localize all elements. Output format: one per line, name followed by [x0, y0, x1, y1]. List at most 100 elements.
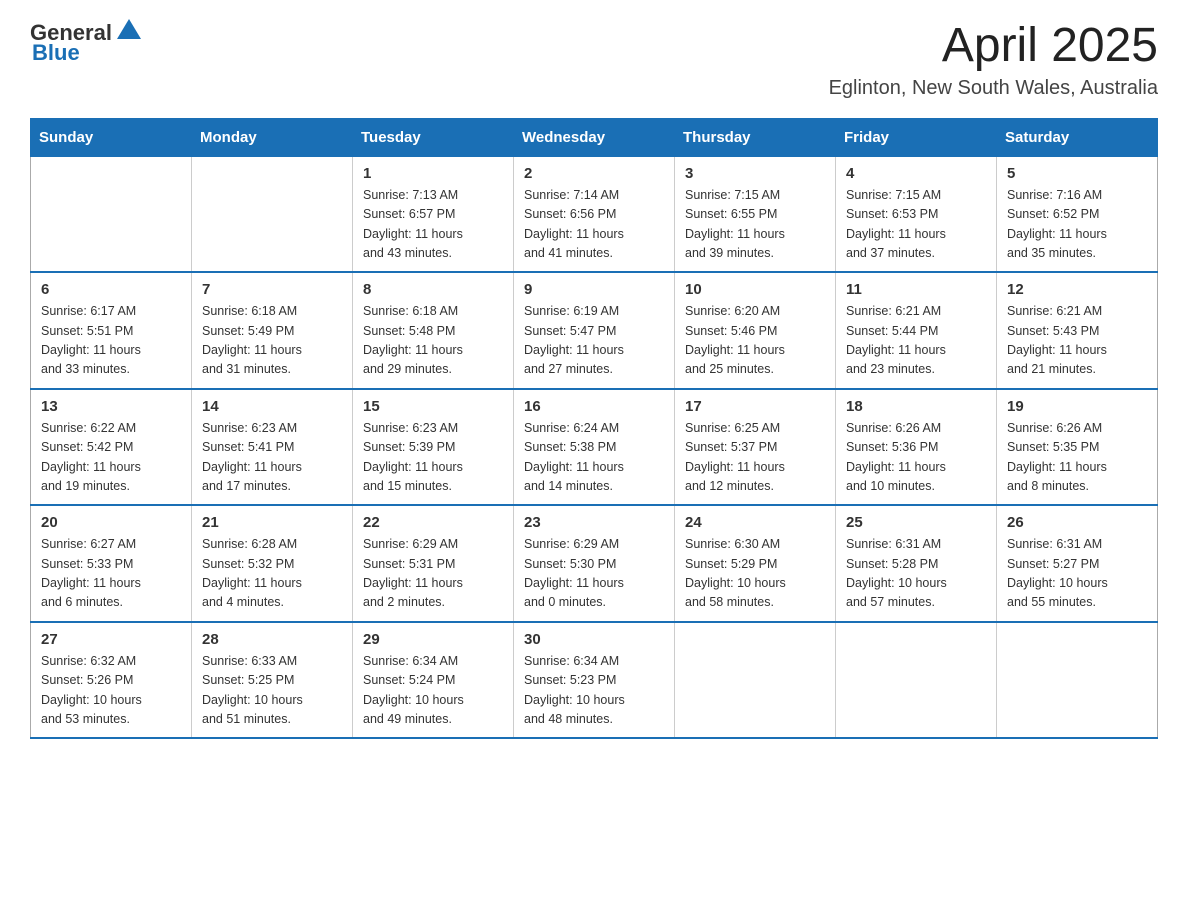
day-info: Sunrise: 6:20 AM Sunset: 5:46 PM Dayligh… — [685, 302, 825, 380]
calendar-cell — [997, 622, 1158, 739]
calendar-cell: 26 Sunrise: 6:31 AM Sunset: 5:27 PM Dayli… — [997, 505, 1158, 622]
day-number: 20 — [41, 514, 181, 531]
logo-icon — [115, 17, 143, 45]
day-number: 29 — [363, 631, 503, 648]
day-number: 3 — [685, 165, 825, 182]
day-number: 9 — [524, 281, 664, 298]
day-number: 18 — [846, 398, 986, 415]
day-number: 23 — [524, 514, 664, 531]
day-number: 8 — [363, 281, 503, 298]
calendar-cell: 4 Sunrise: 7:15 AM Sunset: 6:53 PM Daylig… — [836, 156, 997, 272]
day-number: 16 — [524, 398, 664, 415]
calendar-cell: 14 Sunrise: 6:23 AM Sunset: 5:41 PM Dayli… — [192, 389, 353, 506]
day-number: 12 — [1007, 281, 1147, 298]
day-info: Sunrise: 6:18 AM Sunset: 5:49 PM Dayligh… — [202, 302, 342, 380]
header-wednesday: Wednesday — [514, 118, 675, 156]
day-info: Sunrise: 6:17 AM Sunset: 5:51 PM Dayligh… — [41, 302, 181, 380]
calendar-cell: 3 Sunrise: 7:15 AM Sunset: 6:55 PM Daylig… — [675, 156, 836, 272]
day-number: 4 — [846, 165, 986, 182]
calendar-cell: 22 Sunrise: 6:29 AM Sunset: 5:31 PM Dayli… — [353, 505, 514, 622]
header-thursday: Thursday — [675, 118, 836, 156]
calendar-cell: 13Sunrise: 6:22 AM Sunset: 5:42 PM Dayli… — [31, 389, 192, 506]
calendar-cell: 28 Sunrise: 6:33 AM Sunset: 5:25 PM Dayli… — [192, 622, 353, 739]
day-info: Sunrise: 6:23 AM Sunset: 5:41 PM Dayligh… — [202, 419, 342, 497]
day-info: Sunrise: 6:29 AM Sunset: 5:30 PM Dayligh… — [524, 535, 664, 613]
calendar-cell: 16Sunrise: 6:24 AM Sunset: 5:38 PM Dayli… — [514, 389, 675, 506]
logo-blue-text: Blue — [32, 40, 80, 66]
day-info: Sunrise: 6:29 AM Sunset: 5:31 PM Dayligh… — [363, 535, 503, 613]
calendar-cell: 9 Sunrise: 6:19 AM Sunset: 5:47 PM Daylig… — [514, 272, 675, 389]
header-monday: Monday — [192, 118, 353, 156]
day-info: Sunrise: 6:26 AM Sunset: 5:36 PM Dayligh… — [846, 419, 986, 497]
day-number: 10 — [685, 281, 825, 298]
day-info: Sunrise: 6:33 AM Sunset: 5:25 PM Dayligh… — [202, 652, 342, 730]
day-number: 14 — [202, 398, 342, 415]
day-info: Sunrise: 6:27 AM Sunset: 5:33 PM Dayligh… — [41, 535, 181, 613]
day-info: Sunrise: 7:16 AM Sunset: 6:52 PM Dayligh… — [1007, 186, 1147, 264]
day-number: 30 — [524, 631, 664, 648]
week-row-4: 20 Sunrise: 6:27 AM Sunset: 5:33 PM Dayli… — [31, 505, 1158, 622]
day-info: Sunrise: 7:15 AM Sunset: 6:55 PM Dayligh… — [685, 186, 825, 264]
day-number: 24 — [685, 514, 825, 531]
day-number: 17 — [685, 398, 825, 415]
calendar-cell: 20 Sunrise: 6:27 AM Sunset: 5:33 PM Dayli… — [31, 505, 192, 622]
calendar-cell: 27 Sunrise: 6:32 AM Sunset: 5:26 PM Dayli… — [31, 622, 192, 739]
day-number: 11 — [846, 281, 986, 298]
calendar-cell: 30 Sunrise: 6:34 AM Sunset: 5:23 PM Dayli… — [514, 622, 675, 739]
calendar-cell: 5 Sunrise: 7:16 AM Sunset: 6:52 PM Daylig… — [997, 156, 1158, 272]
week-row-2: 6 Sunrise: 6:17 AM Sunset: 5:51 PM Daylig… — [31, 272, 1158, 389]
day-info: Sunrise: 6:23 AM Sunset: 5:39 PM Dayligh… — [363, 419, 503, 497]
day-number: 7 — [202, 281, 342, 298]
header-tuesday: Tuesday — [353, 118, 514, 156]
day-info: Sunrise: 6:26 AM Sunset: 5:35 PM Dayligh… — [1007, 419, 1147, 497]
day-info: Sunrise: 6:34 AM Sunset: 5:24 PM Dayligh… — [363, 652, 503, 730]
day-number: 28 — [202, 631, 342, 648]
day-info: Sunrise: 6:31 AM Sunset: 5:28 PM Dayligh… — [846, 535, 986, 613]
calendar-cell: 8 Sunrise: 6:18 AM Sunset: 5:48 PM Daylig… — [353, 272, 514, 389]
day-info: Sunrise: 6:31 AM Sunset: 5:27 PM Dayligh… — [1007, 535, 1147, 613]
day-info: Sunrise: 6:21 AM Sunset: 5:44 PM Dayligh… — [846, 302, 986, 380]
day-number: 19 — [1007, 398, 1147, 415]
calendar-cell: 1 Sunrise: 7:13 AM Sunset: 6:57 PM Daylig… — [353, 156, 514, 272]
header-friday: Friday — [836, 118, 997, 156]
header-saturday: Saturday — [997, 118, 1158, 156]
calendar-cell: 7 Sunrise: 6:18 AM Sunset: 5:49 PM Daylig… — [192, 272, 353, 389]
day-number: 1 — [363, 165, 503, 182]
day-number: 26 — [1007, 514, 1147, 531]
calendar-header-row: SundayMondayTuesdayWednesdayThursdayFrid… — [31, 118, 1158, 156]
week-row-1: 1 Sunrise: 7:13 AM Sunset: 6:57 PM Daylig… — [31, 156, 1158, 272]
day-info: Sunrise: 6:19 AM Sunset: 5:47 PM Dayligh… — [524, 302, 664, 380]
day-info: Sunrise: 6:25 AM Sunset: 5:37 PM Dayligh… — [685, 419, 825, 497]
day-info: Sunrise: 6:21 AM Sunset: 5:43 PM Dayligh… — [1007, 302, 1147, 380]
logo: General Blue — [30, 20, 143, 66]
header-sunday: Sunday — [31, 118, 192, 156]
calendar-cell — [836, 622, 997, 739]
day-number: 21 — [202, 514, 342, 531]
calendar-cell: 21 Sunrise: 6:28 AM Sunset: 5:32 PM Dayli… — [192, 505, 353, 622]
day-info: Sunrise: 7:13 AM Sunset: 6:57 PM Dayligh… — [363, 186, 503, 264]
day-info: Sunrise: 6:30 AM Sunset: 5:29 PM Dayligh… — [685, 535, 825, 613]
day-info: Sunrise: 7:14 AM Sunset: 6:56 PM Dayligh… — [524, 186, 664, 264]
day-number: 27 — [41, 631, 181, 648]
day-number: 6 — [41, 281, 181, 298]
day-number: 5 — [1007, 165, 1147, 182]
calendar-cell: 24 Sunrise: 6:30 AM Sunset: 5:29 PM Dayli… — [675, 505, 836, 622]
day-number: 22 — [363, 514, 503, 531]
calendar-cell: 23 Sunrise: 6:29 AM Sunset: 5:30 PM Dayli… — [514, 505, 675, 622]
calendar-cell: 17 Sunrise: 6:25 AM Sunset: 5:37 PM Dayli… — [675, 389, 836, 506]
week-row-5: 27 Sunrise: 6:32 AM Sunset: 5:26 PM Dayli… — [31, 622, 1158, 739]
calendar-table: SundayMondayTuesdayWednesdayThursdayFrid… — [30, 118, 1158, 740]
day-info: Sunrise: 7:15 AM Sunset: 6:53 PM Dayligh… — [846, 186, 986, 264]
location-subtitle: Eglinton, New South Wales, Australia — [829, 77, 1158, 100]
calendar-cell — [31, 156, 192, 272]
day-number: 13 — [41, 398, 181, 415]
calendar-cell: 10 Sunrise: 6:20 AM Sunset: 5:46 PM Dayli… — [675, 272, 836, 389]
day-info: Sunrise: 6:32 AM Sunset: 5:26 PM Dayligh… — [41, 652, 181, 730]
week-row-3: 13Sunrise: 6:22 AM Sunset: 5:42 PM Dayli… — [31, 389, 1158, 506]
page-header: General Blue April 2025 Eglinton, New So… — [30, 20, 1158, 100]
calendar-cell — [675, 622, 836, 739]
day-info: Sunrise: 6:34 AM Sunset: 5:23 PM Dayligh… — [524, 652, 664, 730]
day-info: Sunrise: 6:28 AM Sunset: 5:32 PM Dayligh… — [202, 535, 342, 613]
calendar-cell: 18 Sunrise: 6:26 AM Sunset: 5:36 PM Dayli… — [836, 389, 997, 506]
day-info: Sunrise: 6:18 AM Sunset: 5:48 PM Dayligh… — [363, 302, 503, 380]
